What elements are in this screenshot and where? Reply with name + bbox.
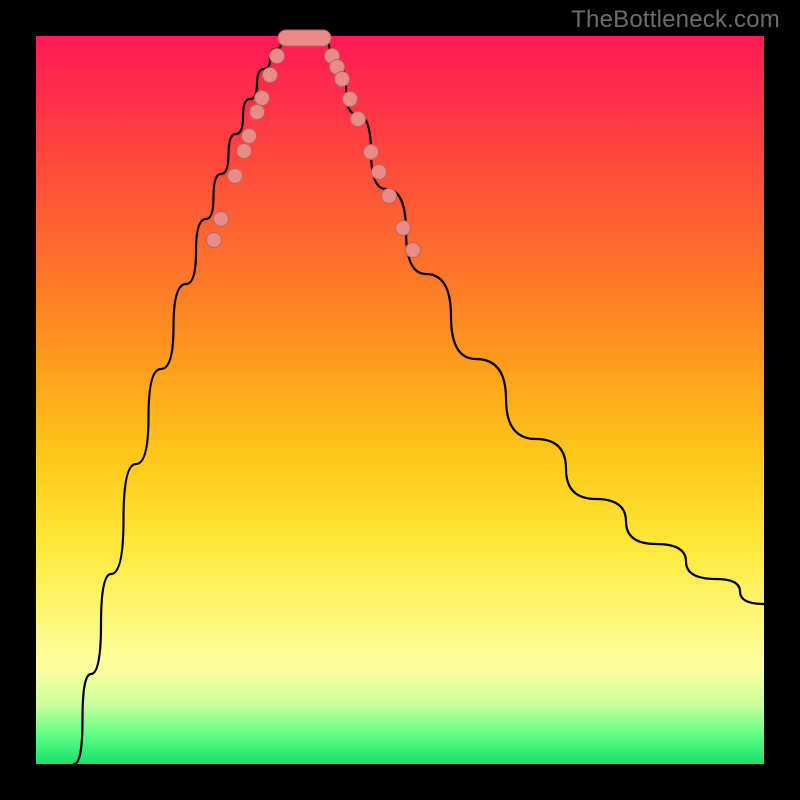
data-dot [242, 129, 257, 144]
data-dot [255, 91, 270, 106]
curve-right-branch [323, 38, 764, 604]
data-dot [372, 165, 387, 180]
chart-svg [36, 36, 764, 764]
data-dot [237, 144, 252, 159]
data-dot [263, 68, 278, 83]
dots-right-group [325, 49, 421, 258]
data-dot [228, 169, 243, 184]
chart-plot-area [36, 36, 764, 764]
optimum-pill [278, 30, 331, 46]
data-dot [270, 49, 285, 64]
watermark-text: TheBottleneck.com [571, 6, 780, 34]
data-dot [406, 243, 421, 258]
data-dot [214, 212, 229, 227]
data-dot [351, 112, 366, 127]
dots-left-group [207, 49, 285, 248]
data-dot [207, 233, 222, 248]
chart-frame: TheBottleneck.com [0, 0, 800, 800]
curve-left-branch [74, 38, 286, 764]
data-dot [343, 92, 358, 107]
data-dot [396, 221, 411, 236]
data-dot [382, 189, 397, 204]
data-dot [364, 145, 379, 160]
data-dot [250, 105, 265, 120]
data-dot [335, 72, 350, 87]
